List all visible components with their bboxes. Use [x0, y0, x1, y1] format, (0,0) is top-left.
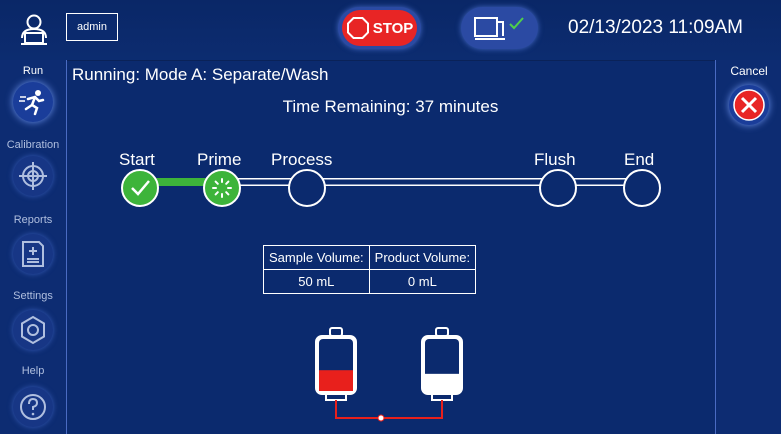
- step-node-start: [121, 169, 159, 207]
- product-bag-icon: [421, 327, 463, 401]
- product-volume-header: Product Volume:: [368, 245, 477, 270]
- sample-volume-header: Sample Volume:: [263, 245, 370, 270]
- step-node-end: [623, 169, 661, 207]
- bag-diagram: [315, 327, 463, 422]
- step-node-flush: [539, 169, 577, 207]
- table-row: Sample Volume: Product Volume:: [263, 245, 477, 270]
- tubing-line: [335, 400, 443, 422]
- sample-bag-icon: [315, 327, 357, 401]
- step-node-prime: [203, 169, 241, 207]
- product-volume-value: 0 mL: [368, 269, 477, 294]
- step-node-process: [288, 169, 326, 207]
- table-row: 50 mL 0 mL: [263, 269, 477, 294]
- sample-volume-value: 50 mL: [263, 269, 370, 294]
- volume-table: Sample Volume: Product Volume: 50 mL 0 m…: [263, 245, 477, 294]
